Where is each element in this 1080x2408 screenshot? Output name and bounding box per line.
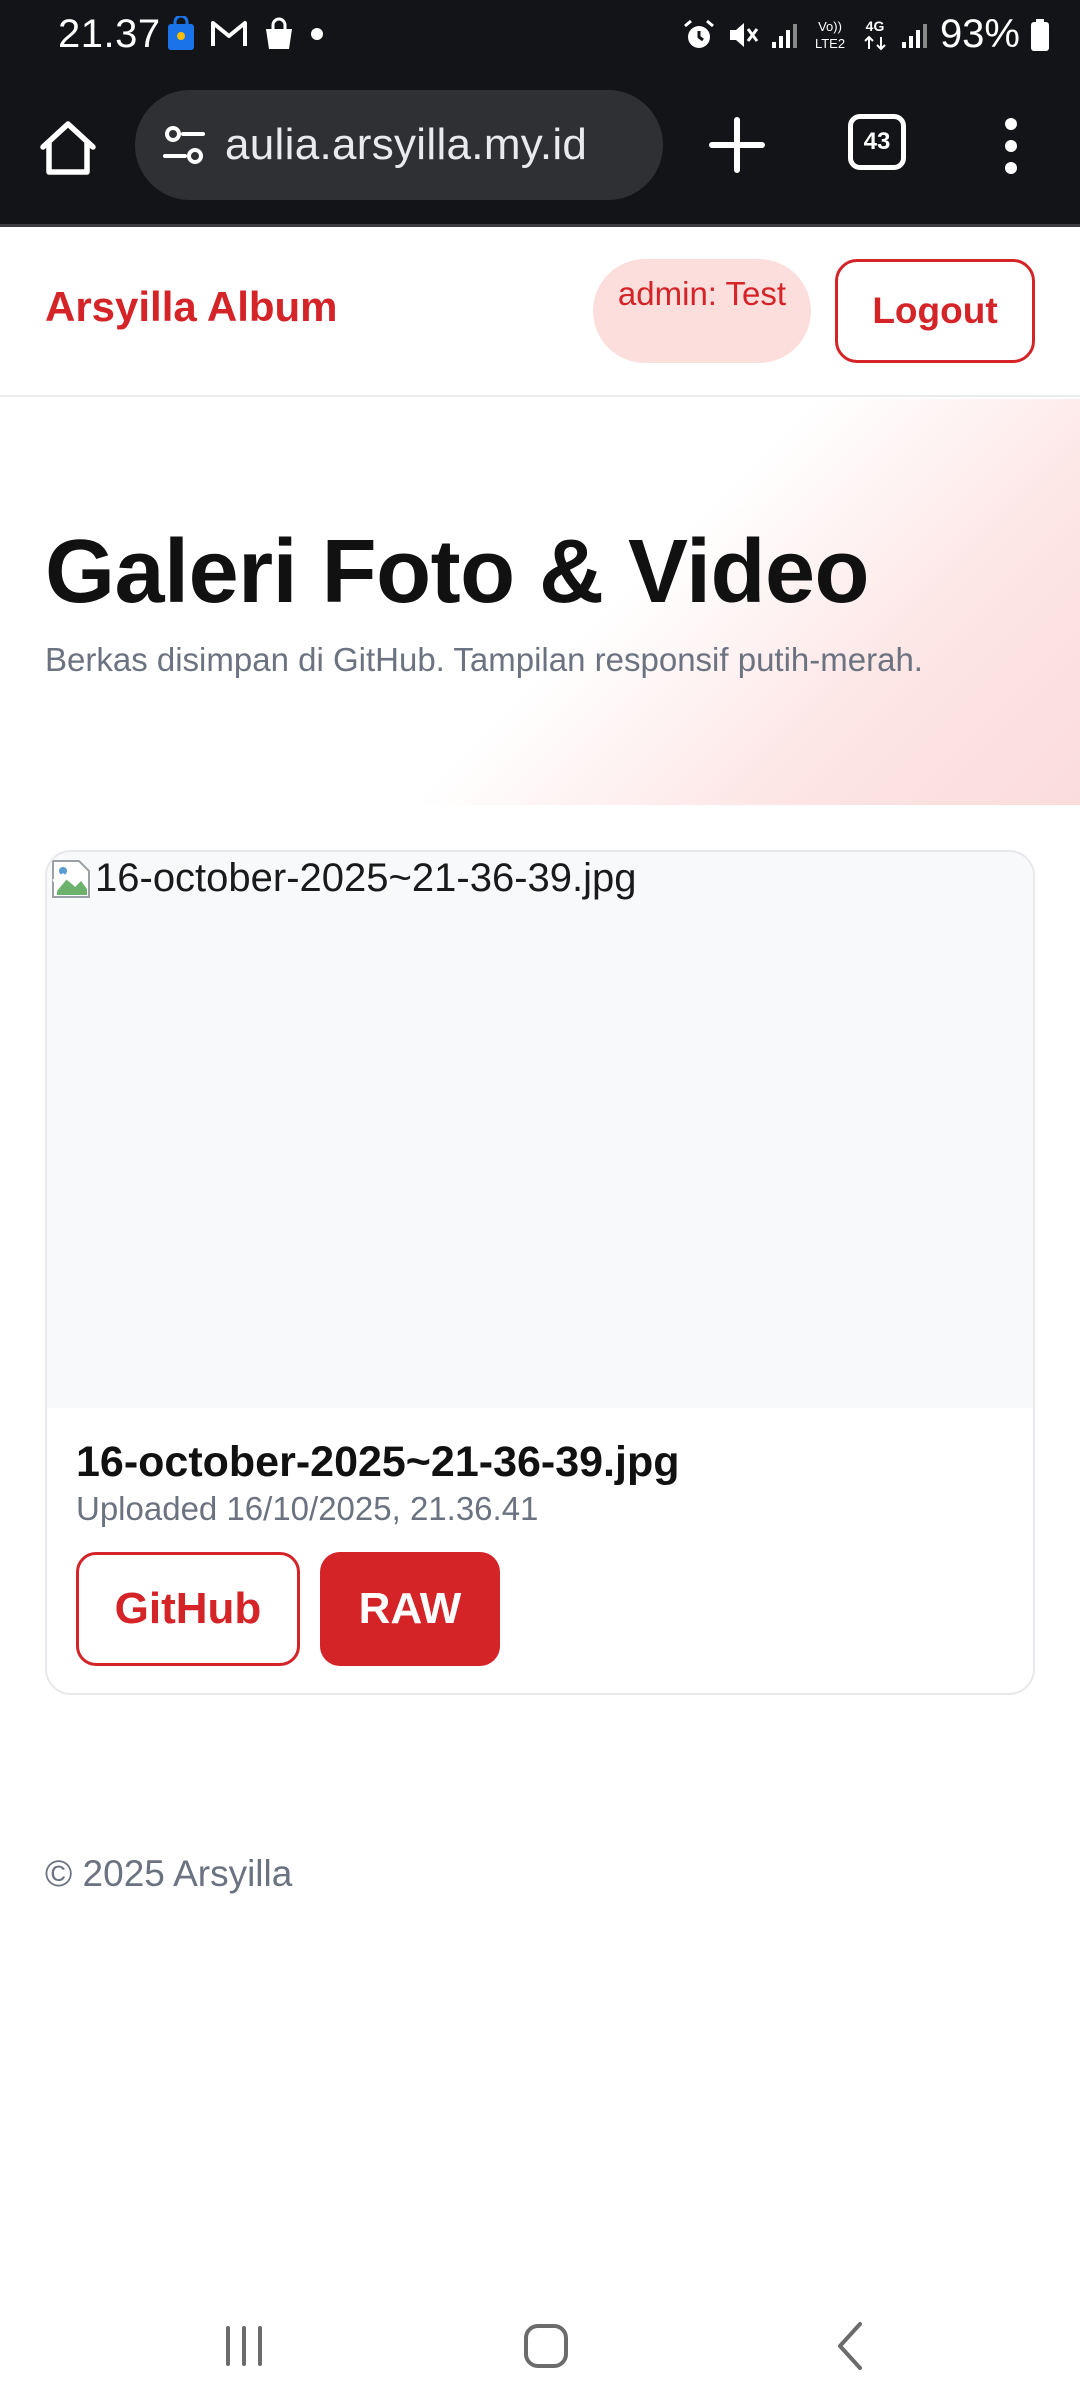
new-tab-button[interactable] — [700, 108, 774, 182]
signal-icon — [771, 23, 797, 48]
shopping-bag-app-icon — [168, 16, 194, 50]
dot-icon — [311, 28, 323, 40]
browser-menu-icon[interactable] — [990, 110, 1032, 182]
broken-image: 16-october-2025~21-36-39.jpg — [49, 856, 637, 901]
admin-badge: admin: Test — [593, 259, 811, 363]
status-time: 21.37 — [58, 12, 161, 56]
notification-icons — [166, 16, 324, 52]
browser-home-button[interactable] — [32, 112, 104, 184]
page-title: Galeri Foto & Video — [45, 522, 869, 622]
shopping-bag-icon — [266, 17, 292, 49]
browser-toolbar: aulia.arsyilla.my.id 43 — [0, 74, 1080, 224]
alarm-icon — [683, 19, 714, 48]
hero-section: Galeri Foto & Video Berkas disimpan di G… — [0, 399, 1080, 805]
media-preview[interactable]: 16-october-2025~21-36-39.jpg — [47, 852, 1033, 1408]
copyright-text: © 2025 Arsyilla — [45, 1853, 293, 1894]
svg-text:Vo)): Vo)) — [818, 19, 842, 34]
image-alt-text: 16-october-2025~21-36-39.jpg — [95, 856, 637, 900]
broken-image-icon — [52, 859, 90, 898]
upload-timestamp: Uploaded 16/10/2025, 21.36.41 — [76, 1490, 539, 1527]
logout-button[interactable]: Logout — [835, 259, 1035, 363]
recent-apps-icon[interactable] — [218, 2318, 270, 2374]
volte-icon: Vo)) LTE2 — [815, 19, 845, 51]
tab-switcher-button[interactable]: 43 — [848, 114, 906, 170]
svg-text:LTE2: LTE2 — [815, 36, 845, 51]
gallery-card: 16-october-2025~21-36-39.jpg 16-october-… — [45, 850, 1035, 1695]
address-bar[interactable]: aulia.arsyilla.my.id — [135, 90, 663, 200]
system-status-icons: Vo)) LTE2 4G 93% — [682, 12, 1050, 57]
battery-percent: 93% — [939, 12, 1020, 56]
home-nav-icon[interactable] — [520, 2318, 572, 2374]
page-subtitle: Berkas disimpan di GitHub. Tampilan resp… — [45, 641, 923, 678]
site-settings-icon[interactable] — [157, 118, 211, 172]
file-title: 16-october-2025~21-36-39.jpg — [76, 1438, 680, 1486]
raw-link-button[interactable]: RAW — [320, 1552, 500, 1666]
signal-icon — [901, 23, 927, 48]
home-icon — [40, 121, 96, 175]
url-text: aulia.arsyilla.my.id — [225, 120, 588, 169]
4g-icon: 4G — [864, 18, 886, 50]
battery-icon — [1031, 18, 1049, 51]
tab-count: 43 — [863, 128, 891, 155]
back-nav-icon[interactable] — [826, 2318, 878, 2374]
system-nav-bar — [0, 2290, 1080, 2408]
status-bar: 21.37 Vo)) LTE2 4G 93% — [0, 0, 1080, 74]
mute-icon — [729, 22, 759, 47]
site-header: Arsyilla Album admin: Test Logout — [0, 227, 1080, 397]
brand-link[interactable]: Arsyilla Album — [45, 283, 338, 331]
browser-chrome: 21.37 Vo)) LTE2 4G 93% aulia.arsyilla.my… — [0, 0, 1080, 227]
github-link-button[interactable]: GitHub — [76, 1552, 300, 1666]
svg-text:4G: 4G — [866, 18, 885, 34]
gmail-icon — [211, 21, 247, 46]
